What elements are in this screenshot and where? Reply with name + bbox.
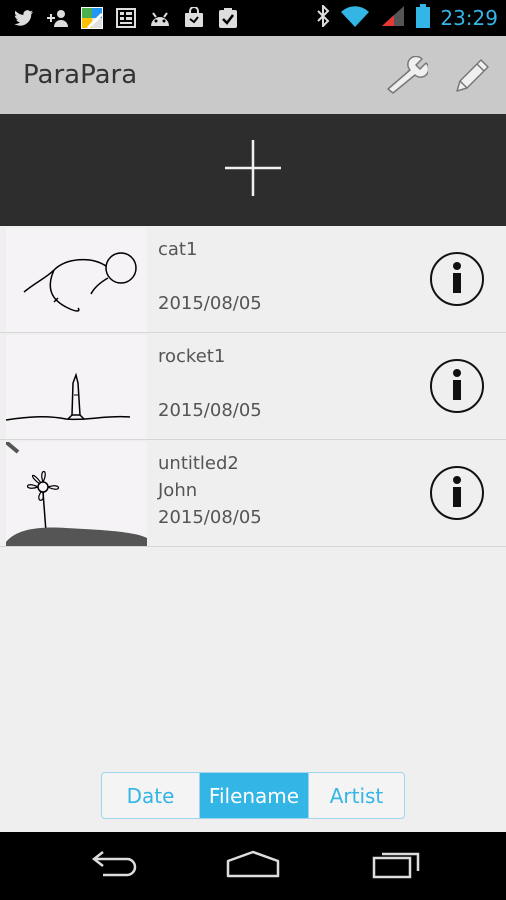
- info-icon: [428, 466, 486, 526]
- file-meta: rocket1 2015/08/05: [158, 343, 262, 424]
- file-meta: untitled2 John 2015/08/05: [158, 450, 262, 531]
- recent-apps-icon: [370, 849, 422, 883]
- sort-by-date-button[interactable]: Date: [102, 773, 200, 818]
- wifi-icon: [340, 5, 370, 31]
- bag-icon: [182, 6, 206, 30]
- checklist-icon: [216, 6, 240, 30]
- file-name: cat1: [158, 239, 198, 260]
- file-date: 2015/08/05: [158, 293, 262, 314]
- info-button[interactable]: [428, 250, 486, 308]
- file-artist: [158, 370, 262, 397]
- info-button[interactable]: [428, 464, 486, 522]
- recent-apps-button[interactable]: [366, 846, 426, 886]
- file-artist: [158, 263, 262, 290]
- signal-icon: [380, 5, 406, 31]
- file-date: 2015/08/05: [158, 400, 262, 421]
- new-animation-button[interactable]: [0, 114, 506, 226]
- navigation-bar: [0, 832, 506, 900]
- android-icon: [148, 6, 172, 30]
- keyboard-icon: [114, 6, 138, 30]
- wrench-icon: [384, 55, 430, 98]
- thumbnail-cat1: [6, 228, 147, 332]
- twitter-icon: [12, 6, 36, 30]
- home-icon: [225, 849, 281, 883]
- file-list: cat1 2015/08/05 rocket1 2015/08/05 untit…: [0, 226, 506, 547]
- maps-icon: [80, 6, 104, 30]
- info-icon: [428, 359, 486, 419]
- edit-button[interactable]: [448, 54, 494, 100]
- add-person-icon: [46, 6, 70, 30]
- back-icon: [89, 849, 139, 883]
- thumbnail-untitled2: [4, 440, 147, 546]
- sort-by-filename-button[interactable]: Filename: [200, 773, 308, 818]
- bluetooth-icon: [316, 3, 330, 31]
- pencil-icon: [451, 55, 491, 99]
- plus-icon: [223, 138, 283, 202]
- notification-icons: [12, 6, 240, 30]
- home-button[interactable]: [223, 846, 283, 886]
- list-item[interactable]: untitled2 John 2015/08/05: [0, 440, 506, 547]
- app-title: ParaPara: [23, 60, 138, 90]
- file-artist: John: [158, 480, 198, 501]
- file-name: untitled2: [158, 453, 239, 474]
- clock: 23:29: [440, 6, 498, 30]
- sort-control: Date Filename Artist: [101, 772, 405, 819]
- system-icons: 23:29: [316, 3, 498, 32]
- info-button[interactable]: [428, 357, 486, 415]
- info-icon: [428, 252, 486, 312]
- action-bar: ParaPara: [0, 36, 506, 114]
- list-item[interactable]: rocket1 2015/08/05: [0, 333, 506, 440]
- status-bar: 23:29: [0, 0, 506, 36]
- thumbnail-rocket1: [5, 335, 147, 439]
- settings-button[interactable]: [383, 54, 430, 100]
- list-item[interactable]: cat1 2015/08/05: [0, 226, 506, 333]
- battery-icon: [416, 4, 431, 32]
- file-name: rocket1: [158, 346, 226, 367]
- back-button[interactable]: [84, 846, 144, 886]
- sort-by-artist-button[interactable]: Artist: [308, 773, 404, 818]
- file-date: 2015/08/05: [158, 507, 262, 528]
- file-meta: cat1 2015/08/05: [158, 236, 262, 317]
